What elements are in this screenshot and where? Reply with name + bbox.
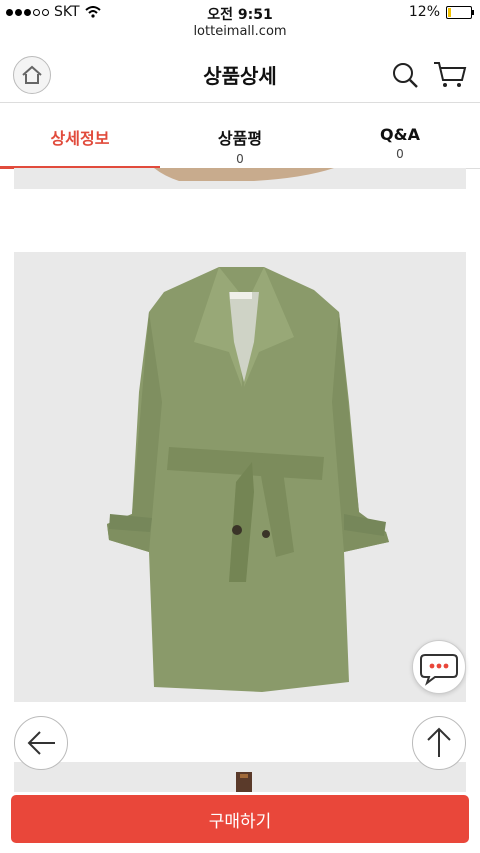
tab-reviews[interactable]: 상품평 0 <box>160 112 320 168</box>
chat-icon <box>420 654 458 686</box>
scroll-top-button[interactable] <box>412 716 466 770</box>
tab-label: 상품평 <box>217 129 263 148</box>
product-image-previous <box>14 168 466 189</box>
battery-area: 12% <box>408 4 474 20</box>
battery-icon <box>446 5 474 19</box>
back-button[interactable] <box>14 716 68 770</box>
trench-coat-image <box>107 267 389 692</box>
search-icon <box>393 63 418 88</box>
detail-tabs: 상세정보 상품평 0 Q&A 0 <box>0 112 480 169</box>
tab-detail-info[interactable]: 상세정보 <box>0 112 160 169</box>
chat-button[interactable] <box>412 640 466 694</box>
tab-label: Q&A <box>380 125 420 144</box>
app-header: 상품상세 <box>0 46 480 103</box>
product-image <box>14 252 466 702</box>
search-button[interactable] <box>390 60 420 90</box>
tab-label: 상세정보 <box>50 129 110 148</box>
arrow-left-icon <box>27 731 55 755</box>
url-bar[interactable]: lotteimall.com <box>0 24 480 46</box>
tab-qna[interactable]: Q&A 0 <box>320 112 480 168</box>
cart-button[interactable] <box>432 60 468 90</box>
status-bar: SKT 오전 9:51 12% <box>0 0 480 24</box>
purchase-button[interactable]: 구매하기 <box>11 795 469 843</box>
battery-percent: 12% <box>408 4 440 20</box>
arrow-up-icon <box>427 727 451 757</box>
product-image-next <box>14 762 466 792</box>
tab-count: 0 <box>236 152 244 166</box>
tab-count: 0 <box>396 147 404 161</box>
cart-icon <box>434 62 467 87</box>
